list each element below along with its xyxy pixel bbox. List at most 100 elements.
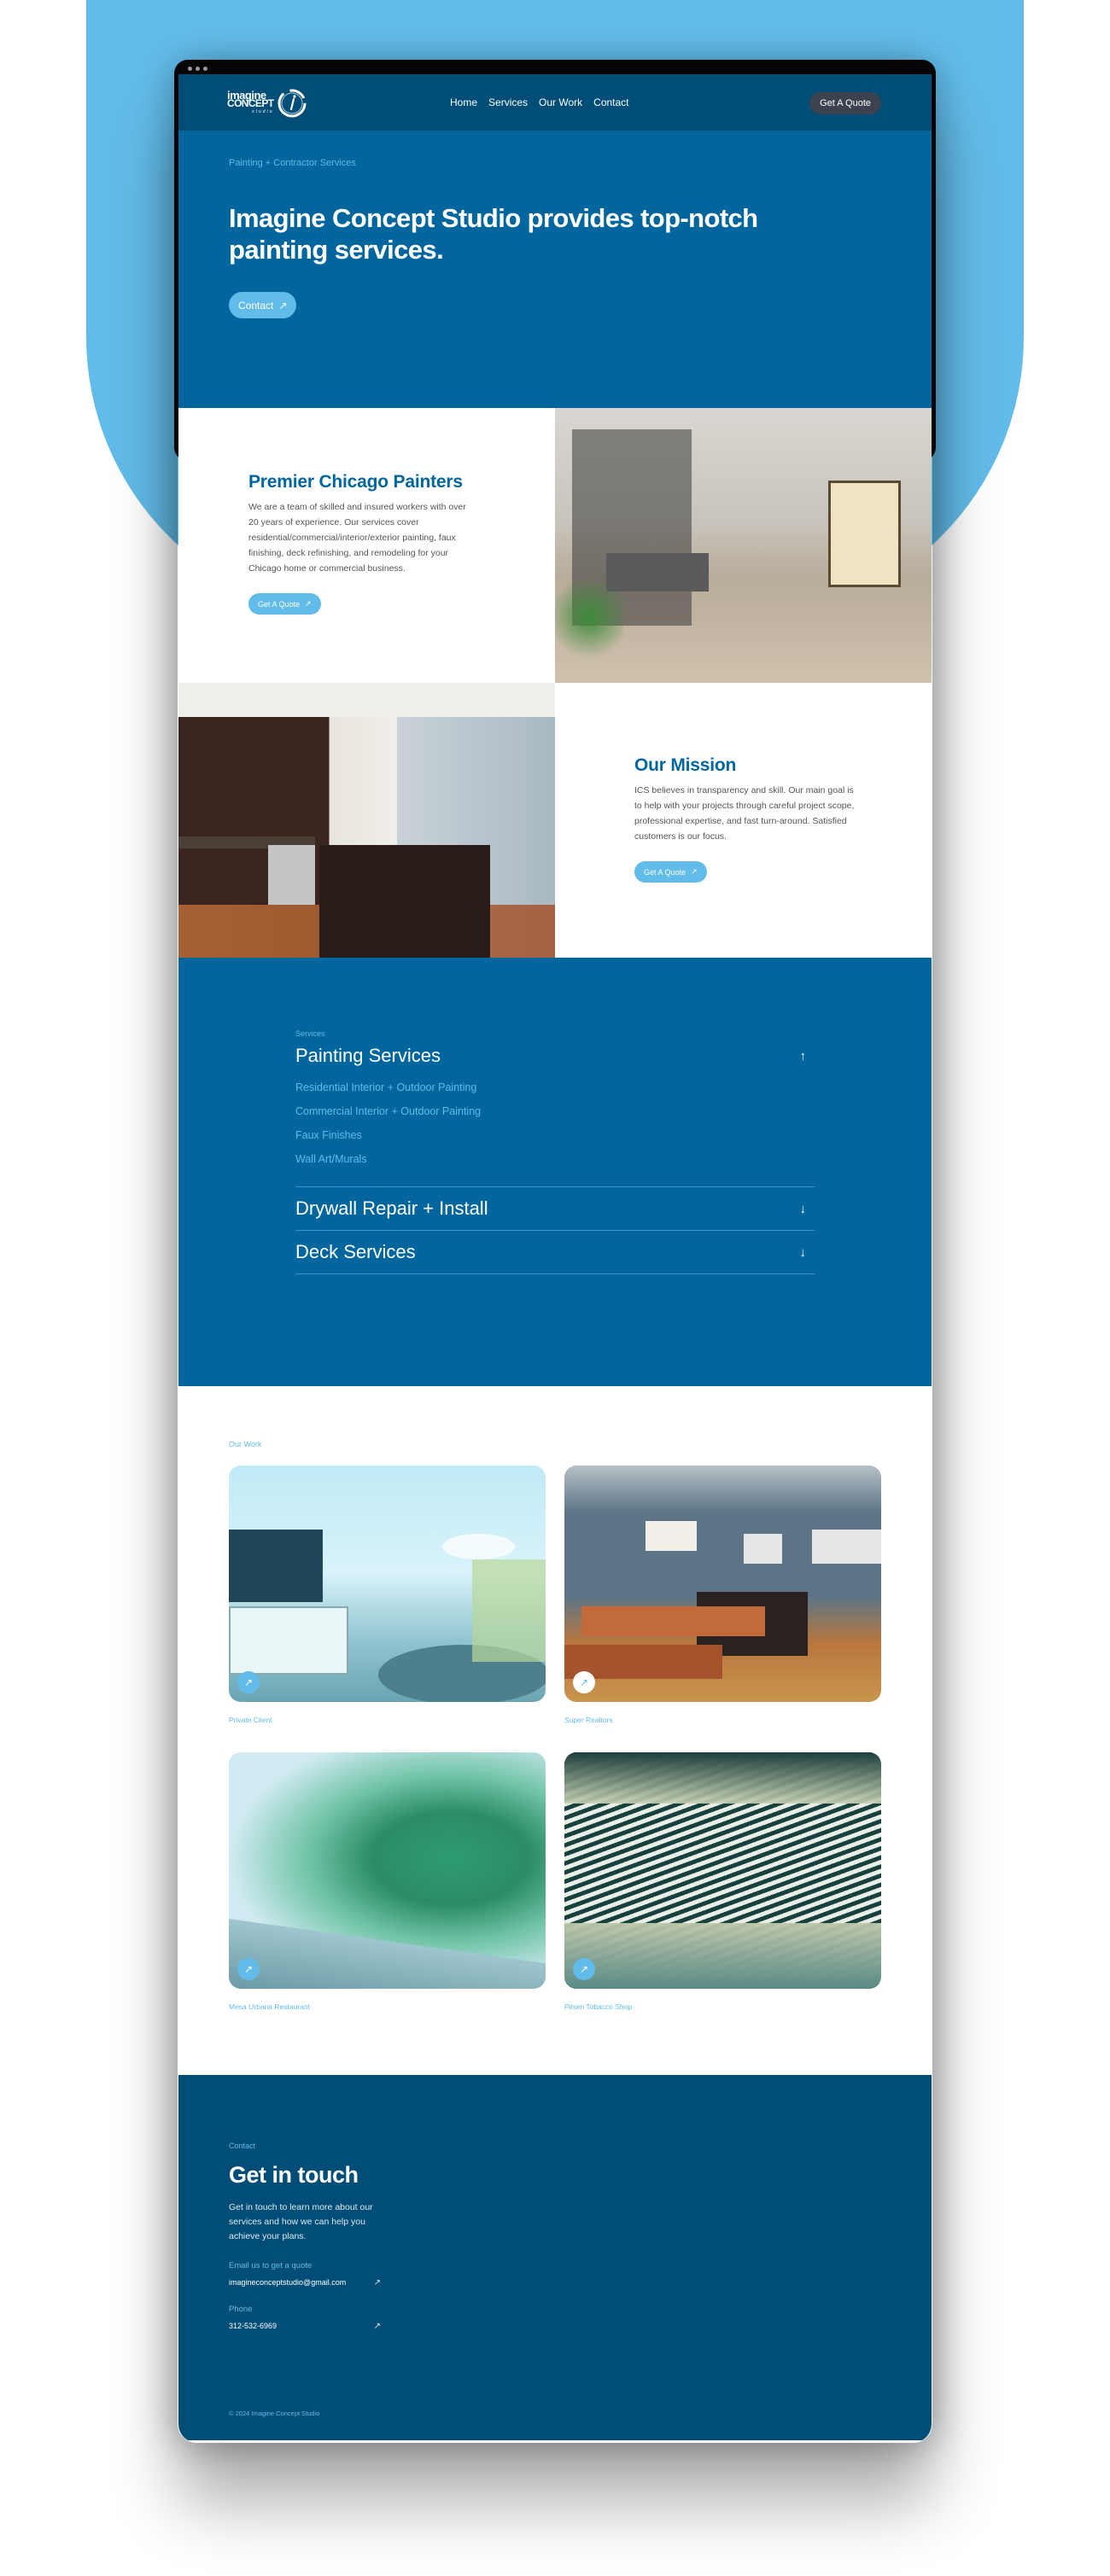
photo-detail <box>581 1606 765 1636</box>
arrow-up-right-icon[interactable]: ↗ <box>237 1958 260 1980</box>
phone-number: 312-532-6969 <box>229 2322 278 2330</box>
button-label: Get A Quote <box>258 599 301 609</box>
accordion-deck-services[interactable]: Deck Services ↓ <box>295 1231 815 1274</box>
arrow-up-right-icon: ↗ <box>373 2322 381 2331</box>
main-nav: Home Services Our Work Contact <box>450 96 629 108</box>
site-header: imagine CONCEPT studio Home Services Our… <box>178 74 932 131</box>
contact-kicker: Contact <box>229 2142 256 2150</box>
logo-line-3: studio <box>252 109 274 115</box>
service-subitem[interactable]: Faux Finishes <box>295 1123 815 1147</box>
photo-detail <box>472 1559 546 1662</box>
hero-kicker: Painting + Contractor Services <box>229 158 356 168</box>
logo-wordmark: imagine CONCEPT studio <box>227 90 274 115</box>
work-kicker: Our Work <box>229 1440 262 1448</box>
get-a-quote-button[interactable]: Get A Quote ↗ <box>634 861 707 883</box>
services-section: Services Painting Services ↑ Residential… <box>178 958 932 1386</box>
kitchen-photo <box>178 683 555 958</box>
blue-kitchen-photo: ↗ <box>564 1466 881 1702</box>
get-a-quote-button[interactable]: Get A Quote ↗ <box>248 593 321 615</box>
photo-detail <box>442 1534 515 1559</box>
accordion-title: Deck Services <box>295 1241 416 1262</box>
work-label: Pilsen Tobacco Shop <box>564 2002 633 2011</box>
work-label: Super Realtors <box>564 1716 613 1724</box>
contact-title: Get in touch <box>229 2162 359 2188</box>
feature-our-mission: Our Mission ICS believes in transparency… <box>178 683 932 958</box>
feature-premier-painters: Premier Chicago Painters We are a team o… <box>178 408 932 683</box>
phone-label: Phone <box>229 2305 253 2314</box>
nav-our-work[interactable]: Our Work <box>539 96 582 108</box>
button-label: Get A Quote <box>644 867 686 877</box>
work-card[interactable]: ↗ Mesa Urbana Restaurant <box>229 1752 546 2039</box>
email-label: Email us to get a quote <box>229 2261 313 2270</box>
photo-detail <box>564 1752 881 1804</box>
arrow-up-right-icon: ↗ <box>373 2278 381 2288</box>
photo-detail <box>555 570 623 664</box>
photo-detail <box>319 845 490 958</box>
accordion-drywall[interactable]: Drywall Repair + Install ↓ <box>295 1187 815 1231</box>
logo[interactable]: imagine CONCEPT studio <box>227 85 309 119</box>
accordion-header[interactable]: Drywall Repair + Install ↓ <box>295 1187 815 1230</box>
wave-mural-photo: ↗ <box>564 1752 881 1989</box>
feature-body: We are a team of skilled and insured wor… <box>248 502 466 574</box>
services-kicker: Services <box>295 1029 325 1038</box>
accordion-painting-services[interactable]: Painting Services ↑ Residential Interior… <box>295 1041 815 1187</box>
photo-detail <box>229 1919 546 1989</box>
feature-content: Premier Chicago Painters We are a team o… <box>248 472 475 615</box>
photo-detail <box>268 845 315 905</box>
work-label: Private Client <box>229 1716 272 1724</box>
accordion-title: Drywall Repair + Install <box>295 1198 488 1219</box>
contact-button[interactable]: Contact ↗ <box>229 292 297 318</box>
feature-title: Our Mission <box>634 755 737 775</box>
accordion-header[interactable]: Painting Services ↑ <box>295 1041 815 1070</box>
arrow-down-icon: ↓ <box>799 1244 807 1260</box>
photo-detail <box>229 1530 323 1602</box>
photo-detail <box>646 1521 697 1551</box>
hero-section: Painting + Contractor Services Imagine C… <box>178 131 932 408</box>
get-a-quote-button[interactable]: Get A Quote <box>809 92 881 114</box>
dining-room-photo: ↗ <box>229 1466 546 1702</box>
photo-detail <box>229 1606 348 1675</box>
feature-text: Our Mission ICS believes in transparency… <box>555 683 932 958</box>
copyright: © 2024 Imagine Concept Studio <box>229 2410 320 2417</box>
arrow-up-right-icon: ↗ <box>691 867 698 876</box>
contact-body: Get in touch to learn more about our ser… <box>229 2202 373 2241</box>
nav-home[interactable]: Home <box>450 96 477 108</box>
arrow-down-icon: ↓ <box>799 1201 807 1216</box>
website: imagine CONCEPT studio Home Services Our… <box>178 74 932 2443</box>
accordion-header[interactable]: Deck Services ↓ <box>295 1231 815 1273</box>
work-label: Mesa Urbana Restaurant <box>229 2002 310 2011</box>
photo-detail <box>564 1923 881 1989</box>
work-card[interactable]: ↗ Pilsen Tobacco Shop <box>564 1752 881 2039</box>
our-work-section: Our Work ↗ Private Client ↗ Super Realto… <box>178 1386 932 2075</box>
lobby-photo <box>555 408 932 683</box>
email-link[interactable]: imagineconceptstudio@gmail.com ↗ <box>229 2278 381 2288</box>
nav-contact[interactable]: Contact <box>593 96 628 108</box>
brush-circle-i-icon <box>278 89 307 118</box>
work-card[interactable]: ↗ Private Client <box>229 1466 546 1752</box>
hero-title: Imagine Concept Studio provides top-notc… <box>229 203 758 265</box>
feature-body: ICS believes in transparency and skill. … <box>634 785 855 842</box>
work-grid: ↗ Private Client ↗ Super Realtors ↗ Mesa… <box>229 1466 932 2039</box>
window-controls <box>188 67 207 71</box>
arrow-up-right-icon: ↗ <box>278 299 288 312</box>
window-dot-icon <box>188 67 192 71</box>
service-subitem[interactable]: Wall Art/Murals <box>295 1147 815 1171</box>
service-subitem[interactable]: Residential Interior + Outdoor Painting <box>295 1075 815 1099</box>
feature-content: Our Mission ICS believes in transparency… <box>634 755 861 883</box>
photo-detail <box>744 1534 782 1564</box>
email-address: imagineconceptstudio@gmail.com <box>229 2278 347 2287</box>
phone-link[interactable]: 312-532-6969 ↗ <box>229 2322 381 2331</box>
feature-title: Premier Chicago Painters <box>248 472 463 492</box>
arrow-up-right-icon[interactable]: ↗ <box>573 1958 595 1980</box>
service-subitem[interactable]: Commercial Interior + Outdoor Painting <box>295 1099 815 1123</box>
nav-services[interactable]: Services <box>488 96 528 108</box>
window-dot-icon <box>196 67 200 71</box>
arrow-up-right-icon[interactable]: ↗ <box>573 1671 595 1693</box>
arrow-up-right-icon[interactable]: ↗ <box>237 1671 260 1693</box>
feature-text: Premier Chicago Painters We are a team o… <box>178 408 555 683</box>
contact-section: Contact Get in touch Get in touch to lea… <box>178 2075 932 2440</box>
photo-detail <box>828 481 901 587</box>
accordion-content: Residential Interior + Outdoor Painting … <box>295 1075 815 1171</box>
work-card[interactable]: ↗ Super Realtors <box>564 1466 881 1752</box>
accordion-title: Painting Services <box>295 1045 441 1066</box>
